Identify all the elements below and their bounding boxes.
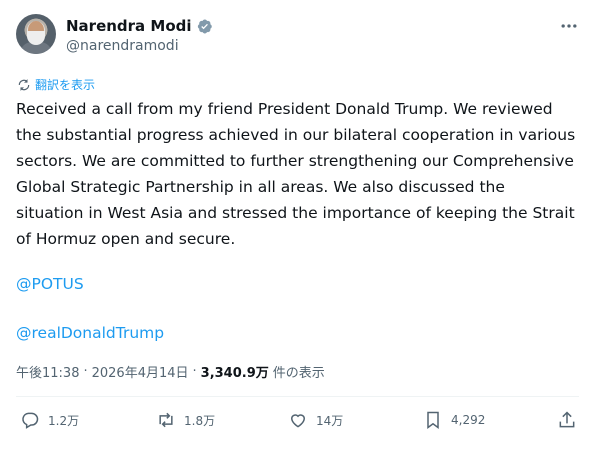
tweet-date[interactable]: 2026年4月14日 (92, 362, 189, 381)
view-count-suffix: 件の表示 (272, 366, 325, 381)
retweet-count: 1.8万 (184, 413, 216, 428)
author-name-row: Narendra Modi (66, 16, 213, 36)
share-icon (559, 411, 575, 428)
like-count: 14万 (316, 413, 344, 428)
meta-separator: · (192, 364, 197, 379)
view-count: 3,340.9万 (200, 366, 269, 381)
avatar[interactable] (16, 14, 56, 54)
reply-button[interactable]: 1.2万 (20, 410, 79, 430)
verified-badge-icon (197, 19, 212, 33)
mention-potus[interactable]: @POTUS (16, 271, 84, 297)
tweet-time[interactable]: 午後11:38 (16, 362, 79, 381)
tweet-header: Narendra Modi @narendramodi (16, 14, 585, 60)
author-handle[interactable]: @narendramodi (66, 37, 179, 55)
like-button[interactable]: 14万 (288, 410, 343, 430)
bookmark-button[interactable]: 4,292 (423, 410, 485, 430)
action-bar: 1.2万 1.8万 14万 4,292 (16, 410, 579, 436)
reply-icon (22, 412, 39, 429)
divider (16, 396, 579, 397)
bookmark-count: 4,292 (451, 413, 486, 427)
tweet-meta: 午後11:38 · 2026年4月14日 · 3,340.9万 件の表示 (16, 362, 325, 381)
reply-count: 1.2万 (48, 413, 80, 428)
author-name[interactable]: Narendra Modi (66, 16, 192, 36)
heart-icon (290, 414, 306, 428)
share-button[interactable] (557, 410, 577, 430)
retweet-button[interactable]: 1.8万 (156, 410, 215, 430)
meta-separator: · (83, 364, 88, 379)
retweet-icon (159, 412, 173, 428)
more-options-icon[interactable] (559, 16, 579, 36)
tweet-text: Received a call from my friend President… (16, 100, 576, 248)
translate-icon (18, 78, 30, 91)
bookmark-icon (427, 411, 439, 429)
translate-link[interactable]: 翻訳を表示 (17, 76, 95, 93)
mention-realdonaldtrump[interactable]: @realDonaldTrump (16, 320, 164, 346)
translate-label: 翻訳を表示 (35, 78, 96, 92)
